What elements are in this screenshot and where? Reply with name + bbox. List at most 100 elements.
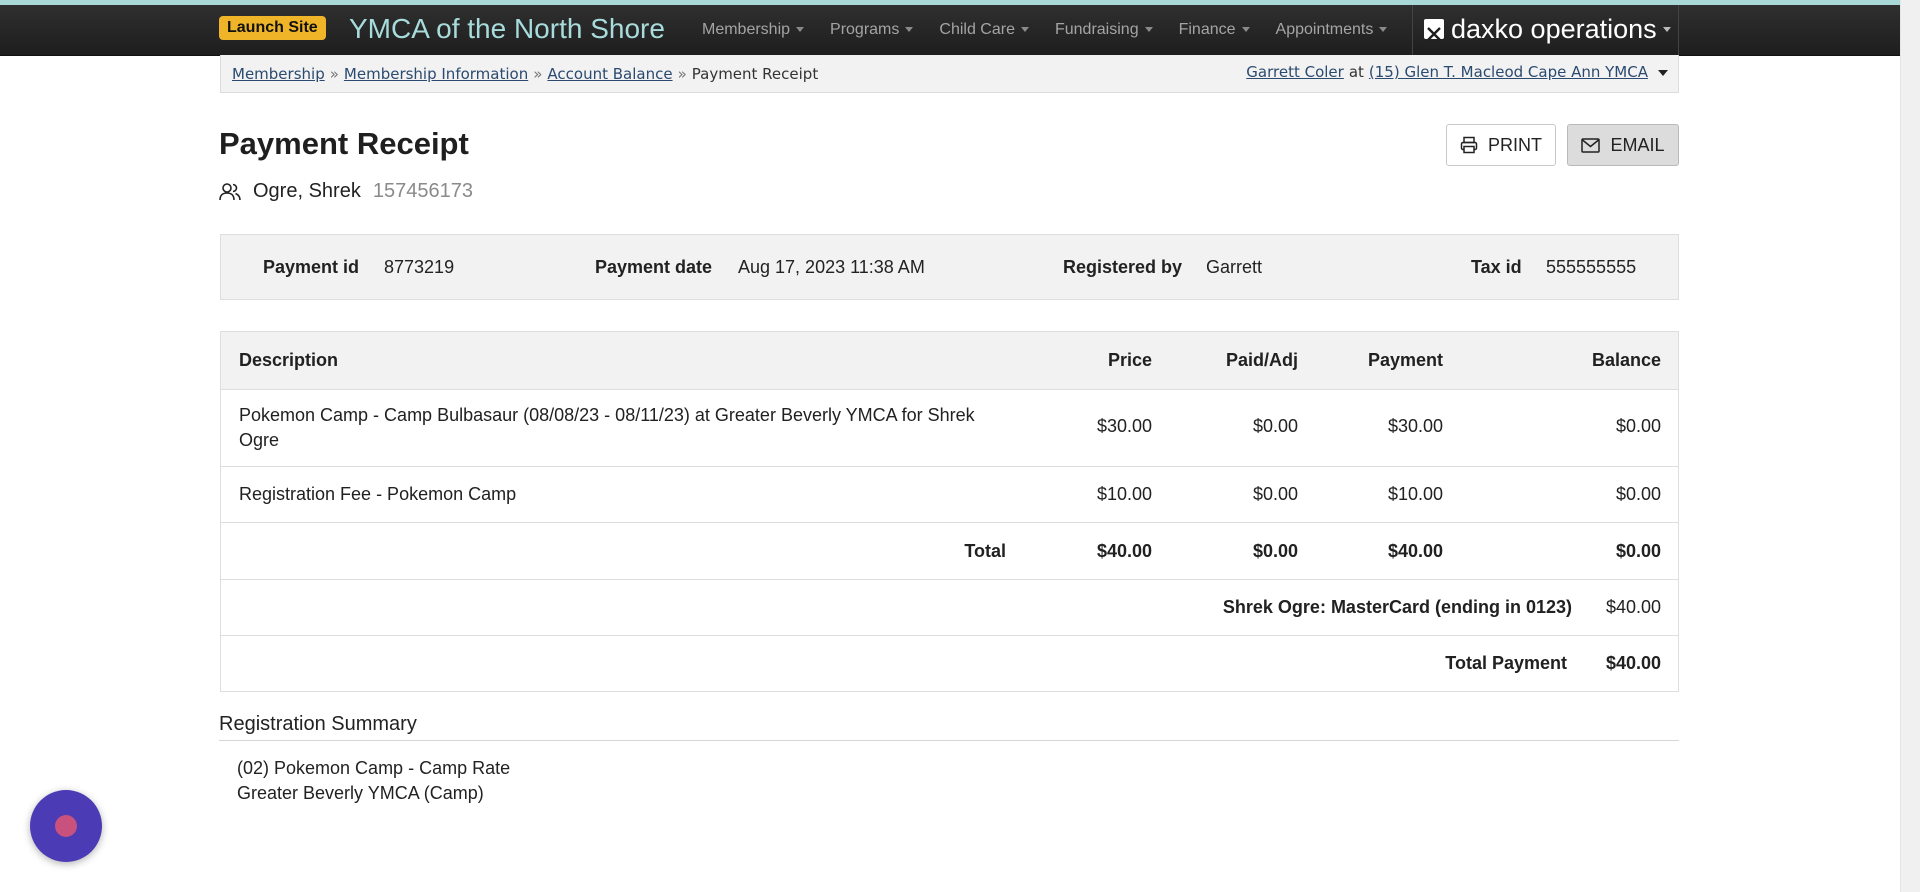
breadcrumb-separator: » [329, 65, 339, 83]
organization-name[interactable]: YMCA of the North Shore [349, 11, 665, 47]
total-payment-row: Total Payment $40.00 [221, 635, 1678, 691]
table-row: Registration Fee - Pokemon Camp $10.00 $… [221, 466, 1678, 522]
menu-appointments[interactable]: Appointments [1263, 21, 1401, 39]
header-description: Description [239, 350, 339, 370]
total-payment-amount: $40.00 [1605, 653, 1661, 673]
tax-id-label: Tax id [1471, 257, 1522, 277]
payment-id-value: 8773219 [384, 257, 455, 277]
registration-location: Greater Beverly YMCA (Camp) [237, 783, 484, 803]
users-icon [219, 182, 241, 200]
caret-down-icon [905, 27, 914, 33]
row-price: $10.00 [1096, 484, 1152, 504]
menu-label: Finance [1178, 21, 1236, 38]
payment-id-label: Payment id [263, 257, 360, 277]
row-description: Registration Fee - Pokemon Camp [239, 484, 517, 504]
row-payment: $30.00 [1387, 416, 1443, 436]
total-label: Total [964, 541, 1006, 561]
envelope-icon [1581, 137, 1601, 153]
menu-divider [1412, 5, 1413, 55]
row-paid-adj: $0.00 [1252, 484, 1298, 504]
registration-summary-item: (02) Pokemon Camp - Camp Rate Greater Be… [237, 756, 510, 806]
registration-program: (02) Pokemon Camp - Camp Rate [237, 758, 511, 778]
header-balance: Balance [1591, 350, 1661, 370]
menu-label: Fundraising [1054, 21, 1139, 38]
receipt-table: Description Price Paid/Adj Payment Balan… [220, 331, 1679, 692]
menu-fundraising[interactable]: Fundraising [1042, 21, 1166, 39]
total-row: Total $40.00 $0.00 $40.00 $0.00 [221, 522, 1678, 579]
email-button[interactable]: EMAIL [1567, 124, 1679, 166]
payment-date-label: Payment date [595, 257, 713, 277]
at-label: at [1348, 63, 1364, 81]
total-balance: $0.00 [1615, 541, 1661, 561]
header-paid-adj: Paid/Adj [1225, 350, 1298, 370]
breadcrumb-separator: » [533, 65, 543, 83]
product-name: daxko operations [1451, 14, 1657, 44]
row-payment: $10.00 [1387, 484, 1443, 504]
table-header-row: Description Price Paid/Adj Payment Balan… [221, 332, 1678, 389]
daxko-logo-icon [1424, 19, 1444, 41]
row-balance: $0.00 [1615, 484, 1661, 504]
user-location: Garrett Coler at (15) Glen T. Macleod Cape… [1246, 63, 1668, 81]
menu-divider [1678, 5, 1679, 55]
table-row: Pokemon Camp - Camp Bulbasaur (08/08/23 … [221, 389, 1678, 466]
row-description: Pokemon Camp - Camp Bulbasaur (08/08/23 … [239, 405, 975, 450]
menu-label: Appointments [1275, 21, 1374, 38]
menu-membership[interactable]: Membership [689, 21, 817, 39]
row-price: $30.00 [1096, 416, 1152, 436]
caret-down-icon [1144, 27, 1153, 33]
registered-by-value: Garrett [1206, 257, 1263, 277]
chat-widget-button[interactable] [30, 790, 102, 862]
main-menu: Membership Programs Child Care Fundraisi… [689, 5, 1400, 55]
total-price: $40.00 [1096, 541, 1152, 561]
menu-programs[interactable]: Programs [817, 21, 926, 39]
total-payment: $40.00 [1387, 541, 1443, 561]
breadcrumb-membership-information[interactable]: Membership Information [344, 65, 528, 83]
tax-id-value: 555555555 [1546, 257, 1637, 277]
top-navbar: Launch Site YMCA of the North Shore Memb… [0, 5, 1900, 56]
menu-finance[interactable]: Finance [1166, 21, 1263, 39]
payment-info-box: Payment id 8773219 Payment date Aug 17, … [220, 234, 1679, 300]
printer-icon [1460, 136, 1478, 154]
breadcrumb: Membership» Membership Information» Accoun… [232, 65, 818, 83]
menu-label: Child Care [939, 21, 1015, 38]
registration-summary-heading: Registration Summary [219, 713, 417, 735]
caret-down-icon [1241, 27, 1250, 33]
breadcrumb-separator: » [677, 65, 687, 83]
print-label: PRINT [1488, 134, 1542, 155]
print-button[interactable]: PRINT [1446, 124, 1556, 166]
total-payment-label: Total Payment [1445, 653, 1567, 673]
caret-down-icon [1020, 27, 1029, 33]
user-name-link[interactable]: Garrett Coler [1246, 63, 1344, 81]
member-number: 157456173 [372, 180, 473, 202]
menu-child-care[interactable]: Child Care [926, 21, 1042, 39]
member-header: Ogre, Shrek 157456173 [219, 180, 473, 203]
chat-icon [55, 815, 77, 837]
location-dropdown-icon[interactable] [1658, 69, 1668, 76]
breadcrumb-bar: Membership» Membership Information» Accoun… [220, 55, 1679, 93]
caret-down-icon [1662, 26, 1671, 32]
product-switcher[interactable]: daxko operations [1424, 13, 1671, 45]
menu-label: Programs [830, 21, 900, 38]
breadcrumb-current: Payment Receipt [691, 65, 819, 83]
caret-down-icon [796, 27, 805, 33]
registered-by-label: Registered by [1063, 257, 1183, 277]
payment-method-amount: $40.00 [1605, 597, 1661, 617]
header-payment: Payment [1367, 350, 1443, 370]
member-name: Ogre, Shrek [253, 180, 361, 202]
menu-label: Membership [702, 21, 791, 38]
payment-method-label: Shrek Ogre: MasterCard (ending in 0123) [1222, 597, 1572, 617]
section-divider [219, 740, 1679, 741]
breadcrumb-account-balance[interactable]: Account Balance [547, 65, 672, 83]
location-link[interactable]: (15) Glen T. Macleod Cape Ann YMCA [1369, 63, 1648, 81]
launch-site-button[interactable]: Launch Site [219, 16, 326, 40]
page-title: Payment Receipt [219, 126, 469, 161]
email-label: EMAIL [1610, 134, 1665, 155]
total-paid-adj: $0.00 [1252, 541, 1298, 561]
payment-method-row: Shrek Ogre: MasterCard (ending in 0123) … [221, 579, 1678, 635]
row-paid-adj: $0.00 [1252, 416, 1298, 436]
payment-date-value: Aug 17, 2023 11:38 AM [738, 257, 925, 277]
header-price: Price [1107, 350, 1152, 370]
caret-down-icon [1379, 27, 1388, 33]
vertical-scrollbar[interactable] [1900, 0, 1920, 892]
breadcrumb-membership[interactable]: Membership [232, 65, 325, 83]
